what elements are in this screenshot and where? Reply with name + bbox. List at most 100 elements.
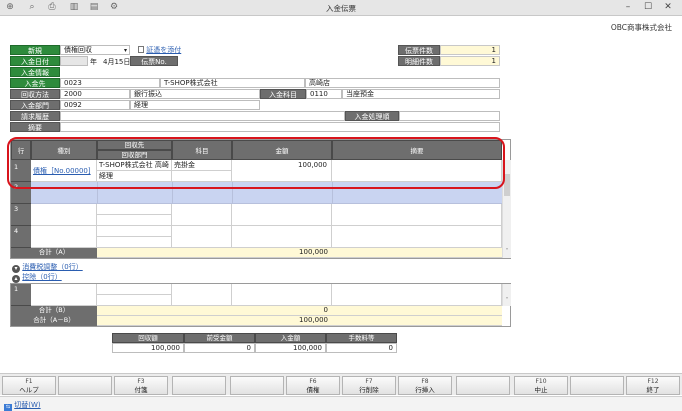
attach-evidence[interactable]: 証憑を添付 — [138, 45, 181, 55]
amount-cell[interactable] — [232, 204, 332, 226]
dest-cell[interactable]: T-SHOP株式会社 高崎 — [97, 160, 172, 171]
claim-link[interactable]: 債権［No.00000] — [33, 167, 91, 175]
amount-cell[interactable]: 100,000 — [232, 160, 332, 182]
dest-dept-cell[interactable] — [97, 295, 172, 306]
f5-button[interactable] — [230, 376, 284, 395]
total-a-label: 合計（A） — [11, 248, 97, 258]
summary-advance-value: 0 — [184, 343, 255, 353]
subject-cell[interactable]: 売掛金 — [172, 160, 232, 171]
method-code-field[interactable]: 2000 — [60, 89, 130, 99]
dept-name-field: 経理 — [130, 100, 260, 110]
grid-scrollbar[interactable]: ˅ — [502, 160, 511, 258]
total-a-value: 100,000 — [232, 248, 332, 258]
total-b-memo — [332, 306, 502, 316]
window-title: 入金伝票 — [326, 4, 356, 13]
f2-button[interactable] — [58, 376, 112, 395]
row-number: 4 — [11, 226, 31, 248]
col-header-dest-dept: 回収部門 — [97, 150, 172, 160]
function-key-bar: F1 ヘルプ F3 付箋 F6 債権 F7 行削除 F8 行挿入 F10 中止 F12 終了 — [0, 373, 682, 395]
table-row[interactable]: 債権［No.00000] — [31, 160, 97, 182]
f10-cancel-button[interactable]: F10 中止 — [514, 376, 568, 395]
summary-header-received: 入金額 — [255, 333, 326, 343]
detail-count-value: 1 — [440, 56, 500, 66]
attach-evidence-link[interactable]: 証憑を添付 — [146, 46, 181, 54]
collapse-icon[interactable]: ▴ — [12, 275, 20, 283]
amount-cell[interactable] — [232, 226, 332, 248]
switch-label[interactable]: 切替(W) — [14, 401, 40, 409]
row-number: 2 — [11, 182, 31, 204]
subject-cell[interactable] — [172, 204, 232, 226]
f9-button[interactable] — [456, 376, 510, 395]
f12-close-button[interactable]: F12 終了 — [626, 376, 680, 395]
dest-dept-cell[interactable] — [97, 215, 172, 226]
slip-type-value: 債権回収 — [64, 46, 92, 54]
dept-label: 入金部門 — [10, 100, 60, 110]
slip-type-select[interactable]: 債権回収 ▾ — [60, 45, 130, 55]
memo-cell[interactable] — [332, 204, 502, 226]
account-label: 入金科目 — [260, 89, 306, 99]
close-icon[interactable]: ✕ — [660, 1, 676, 14]
memo-cell[interactable] — [332, 160, 502, 182]
subject-cell[interactable] — [172, 284, 232, 306]
process-order-label: 入金処理順 — [345, 111, 399, 121]
deduction-link[interactable]: 控除（0行） — [22, 273, 61, 281]
dest-cell[interactable] — [97, 226, 172, 237]
total-a-spacer — [97, 248, 232, 258]
switch-button[interactable]: ⇆ 切替(W) — [4, 400, 41, 411]
total-ab-value: 100,000 — [232, 316, 332, 326]
table-row-selected[interactable] — [31, 182, 502, 204]
deduction-scrollbar[interactable]: ˅ — [502, 284, 511, 306]
f4-button[interactable] — [172, 376, 226, 395]
payer-label: 入金先 — [10, 78, 60, 88]
table-row[interactable] — [31, 226, 97, 248]
col-header-row: 行 — [11, 140, 31, 160]
attach-icon — [138, 46, 144, 53]
dest-cell[interactable] — [97, 204, 172, 215]
row-number: 3 — [11, 204, 31, 226]
chevron-down-icon: ▾ — [123, 47, 127, 54]
account-code-field[interactable]: 0110 — [306, 89, 342, 99]
col-header-dest: 回収先 — [97, 140, 172, 150]
subject-sub-cell[interactable] — [172, 171, 232, 182]
history-field[interactable] — [60, 111, 345, 121]
col-header-subject: 科目 — [172, 140, 232, 160]
memo-cell[interactable] — [332, 284, 502, 306]
maximize-icon[interactable]: ☐ — [640, 1, 656, 14]
f8-insert-row-button[interactable]: F8 行挿入 — [398, 376, 452, 395]
minimize-icon[interactable]: – — [620, 1, 636, 14]
process-order-field[interactable] — [399, 111, 500, 121]
info-label: 入金情報 — [10, 67, 60, 77]
summary-fees-value: 0 — [326, 343, 397, 353]
f6-claim-button[interactable]: F6 債権 — [286, 376, 340, 395]
dest-dept-cell[interactable]: 経理 — [97, 171, 172, 182]
payer-code-field[interactable]: 0023 — [60, 78, 160, 88]
f3-sticky-note-button[interactable]: F3 付箋 — [114, 376, 168, 395]
deduction-section[interactable]: ▴ 控除（0行） — [12, 272, 62, 283]
memo-field[interactable] — [60, 122, 500, 132]
memo-cell[interactable] — [332, 226, 502, 248]
scrollbar-thumb[interactable] — [504, 174, 510, 196]
f7-delete-row-button[interactable]: F7 行削除 — [342, 376, 396, 395]
date-field[interactable]: 4月15日 — [103, 57, 130, 67]
dest-dept-cell[interactable] — [97, 237, 172, 248]
subject-cell[interactable] — [172, 226, 232, 248]
f11-button[interactable] — [570, 376, 624, 395]
f1-help-button[interactable]: F1 ヘルプ — [2, 376, 56, 395]
memo-label: 摘要 — [10, 122, 60, 132]
year-field[interactable] — [60, 56, 88, 66]
total-b-value: 0 — [232, 306, 332, 316]
col-header-amount: 金額 — [232, 140, 332, 160]
detail-grid: 行 種別 回収先 回収部門 科目 金額 摘要 1 債権［No.00000] T-… — [10, 139, 511, 259]
tax-adjust-link[interactable]: 消費税調整（0行） — [22, 263, 82, 271]
table-row[interactable] — [31, 284, 97, 306]
dept-code-field[interactable]: 0092 — [60, 100, 130, 110]
table-row[interactable] — [31, 204, 97, 226]
col-header-type: 種別 — [31, 140, 97, 160]
detail-count-label: 明細件数 — [398, 56, 440, 66]
dest-cell[interactable] — [97, 284, 172, 295]
total-b-spacer — [97, 306, 232, 316]
summary-received-value: 100,000 — [255, 343, 326, 353]
scroll-down-icon[interactable]: ˅ — [503, 248, 511, 255]
amount-cell[interactable] — [232, 284, 332, 306]
method-name-field: 銀行振込 — [130, 89, 260, 99]
